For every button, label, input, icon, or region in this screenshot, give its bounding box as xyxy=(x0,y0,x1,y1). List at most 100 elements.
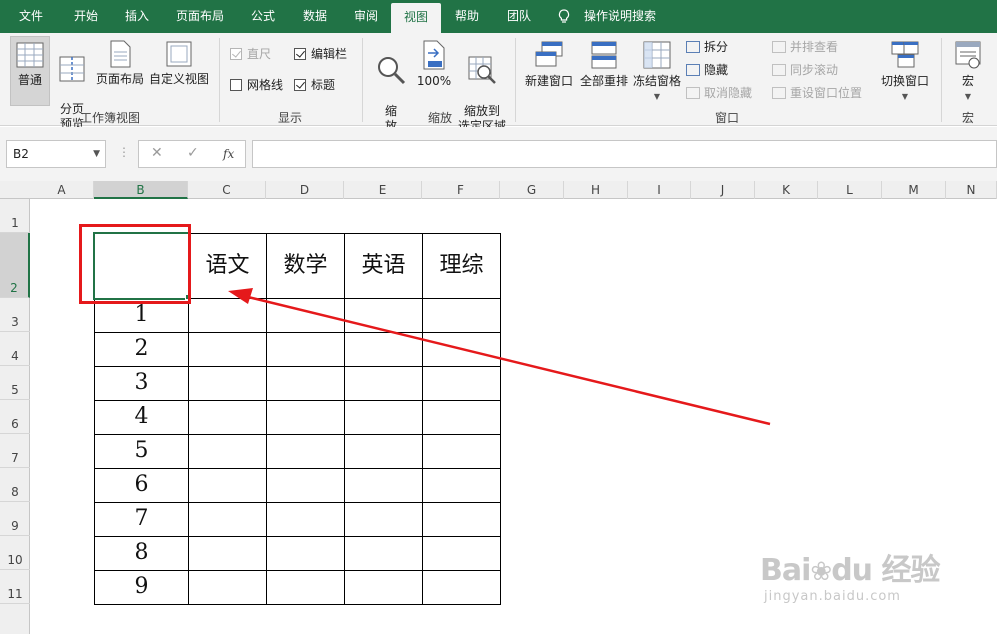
tab-view[interactable]: 视图 xyxy=(391,3,441,33)
row-header-9[interactable]: 9 xyxy=(0,502,30,536)
table-cell[interactable] xyxy=(266,502,345,537)
tab-formulas[interactable]: 公式 xyxy=(244,0,282,33)
table-cell[interactable] xyxy=(188,400,267,435)
column-header-m[interactable]: M xyxy=(882,181,946,199)
row-header-4[interactable]: 4 xyxy=(0,332,30,366)
table-cell[interactable] xyxy=(188,468,267,503)
tab-home[interactable]: 开始 xyxy=(67,0,105,33)
switch-windows-button[interactable]: 切换窗口 ▼ xyxy=(876,40,934,104)
table-cell[interactable] xyxy=(188,570,267,605)
table-cell[interactable] xyxy=(422,468,501,503)
column-header-i[interactable]: I xyxy=(628,181,691,199)
gridlines-checkbox[interactable]: 网格线 xyxy=(230,77,283,93)
row-number-cell[interactable]: 4 xyxy=(94,400,189,435)
row-header-3[interactable]: 3 xyxy=(0,298,30,332)
tab-page-layout[interactable]: 页面布局 xyxy=(170,0,230,33)
row-header-1[interactable]: 1 xyxy=(0,199,30,233)
page-layout-view-button[interactable]: 页面布局 xyxy=(94,40,146,87)
arrange-all-button[interactable]: 全部重排 xyxy=(577,40,631,89)
column-header-n[interactable]: N xyxy=(946,181,997,199)
table-cell[interactable] xyxy=(422,400,501,435)
row-header-2[interactable]: 2 xyxy=(0,233,30,298)
column-header-l[interactable]: L xyxy=(818,181,882,199)
macros-button[interactable]: 宏 ▼ xyxy=(948,40,988,104)
side-by-side-button[interactable]: 并排查看 xyxy=(772,39,838,55)
table-cell[interactable] xyxy=(422,536,501,571)
table-cell[interactable] xyxy=(344,366,423,401)
tab-file[interactable]: 文件 xyxy=(12,0,50,33)
subject-header-cell[interactable]: 英语 xyxy=(344,233,423,299)
row-number-cell[interactable]: 2 xyxy=(94,332,189,367)
table-cell[interactable] xyxy=(422,298,501,333)
column-header-c[interactable]: C xyxy=(188,181,266,199)
subject-header-cell[interactable]: 理综 xyxy=(422,233,501,299)
table-cell[interactable] xyxy=(344,536,423,571)
table-cell[interactable] xyxy=(344,332,423,367)
reset-position-button[interactable]: 重设窗口位置 xyxy=(772,85,862,101)
freeze-panes-button[interactable]: 冻结窗格 ▼ xyxy=(631,40,683,104)
formula-bar-grip[interactable]: ⋮ xyxy=(118,145,130,159)
table-cell[interactable] xyxy=(344,570,423,605)
table-cell[interactable] xyxy=(188,434,267,469)
split-button[interactable]: 拆分 xyxy=(686,39,728,55)
row-header-8[interactable]: 8 xyxy=(0,468,30,502)
formula-bar-checkbox[interactable]: 编辑栏 xyxy=(294,46,347,62)
column-header-k[interactable]: K xyxy=(755,181,818,199)
row-number-cell[interactable]: 6 xyxy=(94,468,189,503)
row-number-cell[interactable]: 9 xyxy=(94,570,189,605)
unhide-button[interactable]: 取消隐藏 xyxy=(686,85,752,101)
chevron-down-icon[interactable]: ▼ xyxy=(93,141,100,167)
table-cell[interactable] xyxy=(344,502,423,537)
sync-scroll-button[interactable]: 同步滚动 xyxy=(772,62,838,78)
table-cell[interactable] xyxy=(188,332,267,367)
hide-button[interactable]: 隐藏 xyxy=(686,62,728,78)
zoom-button[interactable]: 缩 放 xyxy=(373,40,409,134)
row-header-11[interactable]: 11 xyxy=(0,570,30,604)
column-header-a[interactable]: A xyxy=(30,181,94,199)
row-number-cell[interactable]: 3 xyxy=(94,366,189,401)
table-cell[interactable] xyxy=(422,332,501,367)
tell-me-search[interactable]: 操作说明搜索 xyxy=(584,0,656,33)
table-cell[interactable] xyxy=(266,536,345,571)
row-header-6[interactable]: 6 xyxy=(0,400,30,434)
table-cell[interactable] xyxy=(422,502,501,537)
table-cell[interactable] xyxy=(344,400,423,435)
normal-view-button[interactable]: 普通 xyxy=(10,36,50,106)
name-box[interactable]: B2 ▼ xyxy=(6,140,106,168)
table-cell[interactable] xyxy=(422,570,501,605)
table-cell[interactable] xyxy=(266,468,345,503)
table-cell[interactable] xyxy=(188,502,267,537)
tab-data[interactable]: 数据 xyxy=(296,0,334,33)
formula-input[interactable] xyxy=(252,140,997,168)
table-cell[interactable] xyxy=(266,298,345,333)
table-cell[interactable] xyxy=(344,434,423,469)
subject-header-cell[interactable]: 语文 xyxy=(188,233,267,299)
row-header-7[interactable]: 7 xyxy=(0,434,30,468)
subject-header-cell[interactable]: 数学 xyxy=(266,233,345,299)
new-window-button[interactable]: 新建窗口 xyxy=(522,40,576,89)
tab-help[interactable]: 帮助 xyxy=(448,0,486,33)
column-header-d[interactable]: D xyxy=(266,181,344,199)
tab-review[interactable]: 审阅 xyxy=(347,0,385,33)
insert-function-icon[interactable]: fx xyxy=(223,147,234,161)
ruler-checkbox[interactable]: 直尺 xyxy=(230,46,271,62)
table-cell[interactable] xyxy=(344,298,423,333)
enter-icon[interactable]: ✓ xyxy=(187,145,199,161)
zoom-100-button[interactable]: 100% xyxy=(414,40,454,89)
table-cell[interactable] xyxy=(266,434,345,469)
column-header-j[interactable]: J xyxy=(691,181,755,199)
column-header-f[interactable]: F xyxy=(422,181,500,199)
row-header-10[interactable]: 10 xyxy=(0,536,30,570)
tab-team[interactable]: 团队 xyxy=(500,0,538,33)
table-cell[interactable] xyxy=(266,366,345,401)
table-cell[interactable] xyxy=(188,536,267,571)
column-header-b[interactable]: B xyxy=(94,181,188,199)
table-cell[interactable] xyxy=(422,434,501,469)
row-number-cell[interactable]: 7 xyxy=(94,502,189,537)
table-cell[interactable] xyxy=(266,400,345,435)
table-cell[interactable] xyxy=(266,332,345,367)
cancel-icon[interactable]: ✕ xyxy=(151,145,163,161)
column-header-h[interactable]: H xyxy=(564,181,628,199)
headings-checkbox[interactable]: 标题 xyxy=(294,77,335,93)
column-header-g[interactable]: G xyxy=(500,181,564,199)
